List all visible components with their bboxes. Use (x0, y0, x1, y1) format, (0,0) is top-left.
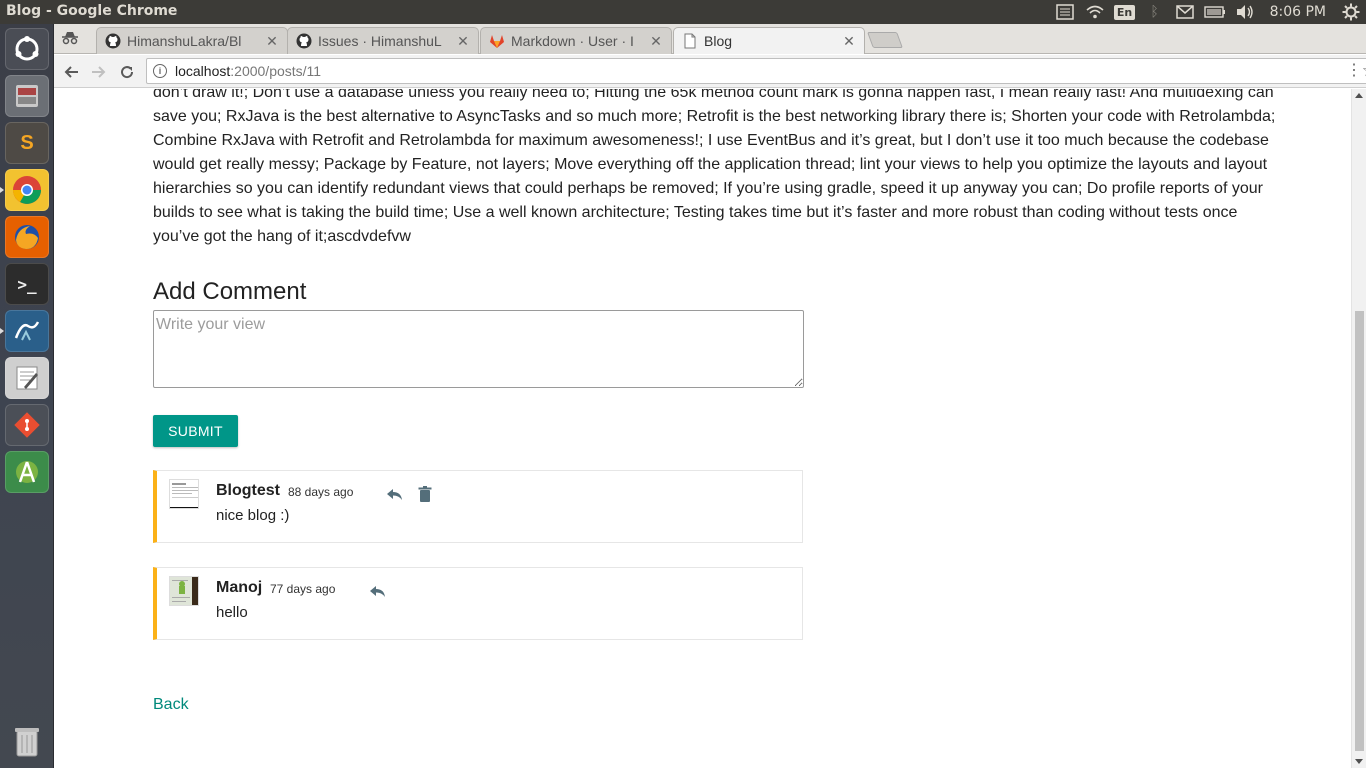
github-icon (105, 33, 121, 49)
mail-icon[interactable] (1170, 0, 1200, 24)
comment-timestamp: 88 days ago (288, 485, 354, 499)
comment-author: Manoj (216, 579, 263, 596)
indicator-menu-icon[interactable] (1050, 0, 1080, 24)
close-tab-icon[interactable]: ✕ (649, 33, 663, 50)
github-icon (296, 33, 312, 49)
page-viewport: don’t draw it!; Don’t use a database unl… (54, 89, 1351, 768)
address-bar[interactable]: i localhost:2000/posts/11 ☆ (146, 58, 1366, 84)
trash-icon[interactable] (5, 720, 49, 762)
tab-label: Blog (704, 33, 733, 49)
comment-author: Blogtest (216, 482, 280, 499)
mysql-workbench-icon[interactable] (5, 310, 49, 352)
avatar (169, 479, 199, 509)
delete-trash-icon[interactable] (416, 485, 434, 503)
chrome-menu-icon[interactable]: ⋮ (1346, 61, 1362, 81)
keyboard-layout-indicator[interactable]: En (1110, 0, 1140, 24)
reload-icon[interactable] (116, 61, 138, 83)
comment-timestamp: 77 days ago (270, 582, 336, 596)
scroll-up-arrow-icon[interactable] (1355, 93, 1363, 98)
comment-textarea[interactable] (153, 310, 804, 388)
back-arrow-icon[interactable] (60, 61, 82, 83)
info-icon[interactable]: i (153, 64, 167, 78)
tab-label: Issues · HimanshuL (318, 33, 442, 49)
comment-text: hello (216, 604, 248, 621)
dash-home-icon[interactable] (5, 28, 49, 70)
tab-markdown[interactable]: Markdown · User · I ✕ (480, 27, 672, 54)
clock[interactable]: 8:06 PM (1260, 4, 1336, 20)
window-title: Blog - Google Chrome (6, 3, 178, 19)
git-icon[interactable] (5, 404, 49, 446)
gitlab-icon (489, 33, 505, 49)
scroll-down-arrow-icon[interactable] (1355, 759, 1363, 764)
comment-item: Blogtest 88 days ago nice blog :) (153, 470, 803, 543)
android-studio-icon[interactable] (5, 451, 49, 493)
add-comment-heading: Add Comment (153, 278, 307, 305)
wifi-icon[interactable] (1080, 0, 1110, 24)
running-indicator (0, 328, 4, 334)
tab-blog[interactable]: Blog ✕ (673, 27, 865, 54)
reply-icon[interactable] (369, 582, 387, 600)
browser-toolbar: i localhost:2000/posts/11 ☆ ⋮ (54, 55, 1366, 88)
tab-himanshulakra-blog[interactable]: HimanshuLakra/Bl ✕ (96, 27, 288, 54)
bookmark-star-icon[interactable]: ☆ (1362, 61, 1366, 81)
sublime-text-icon[interactable]: S (5, 122, 49, 164)
volume-icon[interactable] (1230, 0, 1260, 24)
firefox-icon[interactable] (5, 216, 49, 258)
chrome-icon[interactable] (5, 169, 49, 211)
submit-button[interactable]: SUBMIT (153, 415, 238, 447)
back-link[interactable]: Back (153, 696, 189, 714)
bluetooth-icon[interactable]: ᛒ (1140, 0, 1170, 24)
profile-icon[interactable] (60, 30, 80, 48)
page-icon (682, 33, 698, 49)
comment-item: Manoj 77 days ago hello (153, 567, 803, 640)
close-tab-icon[interactable]: ✕ (842, 33, 856, 50)
tab-label: Markdown · User · I (511, 33, 634, 49)
battery-icon[interactable] (1200, 0, 1230, 24)
running-indicator (0, 187, 4, 193)
tab-label: HimanshuLakra/Bl (127, 33, 242, 49)
reply-icon[interactable] (386, 485, 404, 503)
terminal-icon[interactable]: >_ (5, 263, 49, 305)
post-body: don’t draw it!; Don’t use a database unl… (153, 89, 1276, 245)
avatar (169, 576, 199, 606)
page-scrollbar[interactable] (1351, 89, 1366, 768)
comment-text: nice blog :) (216, 507, 290, 524)
text-editor-icon[interactable] (5, 357, 49, 399)
url-text: localhost:2000/posts/11 (175, 63, 322, 79)
tab-issues[interactable]: Issues · HimanshuL ✕ (287, 27, 479, 54)
top-panel: Blog - Google Chrome En ᛒ 8:06 PM (0, 0, 1366, 24)
settings-gear-icon[interactable] (1336, 0, 1366, 24)
launcher: S >_ (0, 24, 54, 768)
close-tab-icon[interactable]: ✕ (456, 33, 470, 50)
file-cabinet-icon[interactable] (5, 75, 49, 117)
forward-arrow-icon[interactable] (88, 61, 110, 83)
system-tray: En ᛒ 8:06 PM (1050, 0, 1366, 24)
close-tab-icon[interactable]: ✕ (265, 33, 279, 50)
scroll-thumb[interactable] (1355, 311, 1364, 751)
new-tab-button[interactable] (867, 32, 903, 48)
tab-strip: HimanshuLakra/Bl ✕ Issues · HimanshuL ✕ … (54, 24, 1366, 54)
